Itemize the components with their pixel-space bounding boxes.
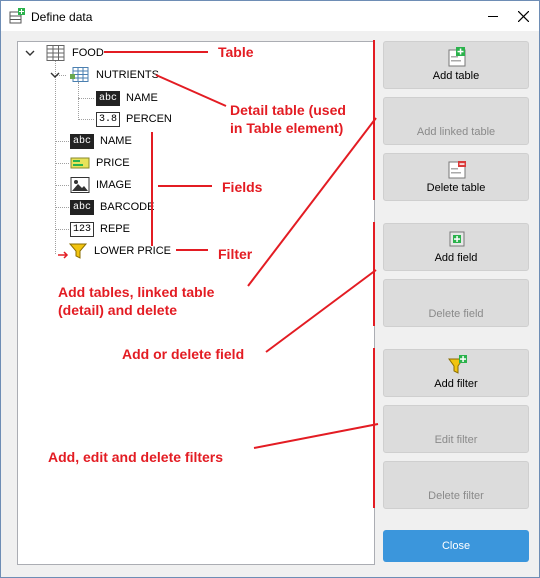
tree-node-label: NAME: [126, 92, 158, 104]
annotation-add-tables: Add tables, linked table: [58, 284, 215, 300]
tree-node-label: LOWER PRICE: [94, 245, 172, 257]
close-button[interactable]: Close: [383, 530, 529, 562]
define-data-app-icon: [9, 8, 25, 24]
button-label: Add linked table: [416, 126, 496, 138]
tree-node-label: FOOD: [72, 47, 104, 59]
delete-filter-button[interactable]: Delete filter: [383, 461, 529, 509]
tree-node-label: REPE: [100, 223, 130, 235]
minimize-button[interactable]: [479, 3, 507, 29]
tree-connector: [78, 98, 94, 99]
tree-node-field[interactable]: PRICE: [70, 154, 130, 172]
tree-connector: [55, 207, 69, 208]
table-icon: [46, 45, 65, 61]
tree-node-nutrients[interactable]: NUTRIENTS: [70, 66, 159, 84]
annotation-fields: Fields: [222, 179, 263, 195]
tree-node-field[interactable]: 123 REPE: [70, 220, 130, 238]
tree-node-field[interactable]: abc NAME: [70, 132, 132, 150]
tree-connector: [78, 82, 79, 120]
delete-table-icon: [448, 161, 466, 179]
delete-table-button[interactable]: Delete table: [383, 153, 529, 201]
button-label: Delete filter: [428, 490, 484, 502]
tree-node-filter[interactable]: LOWER PRICE: [58, 242, 171, 260]
tree-node-food[interactable]: FOOD: [46, 44, 104, 62]
close-icon: [518, 11, 529, 22]
button-label: Add field: [434, 252, 478, 264]
button-label: Delete table: [426, 182, 486, 194]
tree-node-label: BARCODE: [100, 201, 155, 213]
tree-connector: [55, 163, 69, 164]
tree-node-detail-field[interactable]: 3.8 PERCEN: [96, 110, 172, 128]
integer-field-icon: 123: [70, 221, 95, 237]
tree-node-label: IMAGE: [96, 179, 132, 191]
tree-node-field[interactable]: abc BARCODE: [70, 198, 154, 216]
filter-icon: [58, 243, 88, 259]
image-field-icon: [70, 177, 90, 193]
add-linked-table-button[interactable]: Add linked table: [383, 97, 529, 145]
add-filter-button[interactable]: Add filter: [383, 349, 529, 397]
add-field-icon: [449, 231, 465, 247]
text-field-icon: abc: [96, 90, 121, 106]
add-table-button[interactable]: Add table: [383, 41, 529, 89]
detail-table-icon: [70, 67, 89, 82]
collapse-chevron-icon[interactable]: [50, 70, 60, 80]
button-label: Delete field: [428, 308, 484, 320]
decimal-field-icon: 3.8: [96, 111, 121, 127]
window-title: Define data: [31, 10, 93, 24]
currency-field-icon: [70, 157, 90, 169]
add-field-button[interactable]: Add field: [383, 223, 529, 271]
annotation-add-tables: (detail) and delete: [58, 302, 178, 318]
tree-connector: [55, 229, 69, 230]
annotation-detail-table: in Table element): [230, 120, 344, 136]
delete-field-button[interactable]: Delete field: [383, 279, 529, 327]
tree-node-detail-field[interactable]: abc NAME: [96, 89, 158, 107]
tree-connector: [55, 141, 69, 142]
text-field-icon: abc: [70, 133, 95, 149]
tree-node-field[interactable]: IMAGE: [70, 176, 131, 194]
title-bar: Define data: [1, 1, 539, 31]
button-label: Add filter: [434, 378, 478, 390]
annotation-add-field: Add or delete field: [122, 346, 245, 362]
annotation-detail-table: Detail table (used: [230, 102, 346, 118]
tree-connector: [78, 119, 94, 120]
annotation-filter: Filter: [218, 246, 253, 262]
button-label: Edit filter: [434, 434, 478, 446]
tree-node-label: PRICE: [96, 157, 130, 169]
add-filter-icon: [448, 355, 467, 374]
add-table-icon: [448, 47, 466, 67]
edit-filter-button[interactable]: Edit filter: [383, 405, 529, 453]
annotation-table: Table: [218, 44, 254, 60]
annotation-add-filters: Add, edit and delete filters: [48, 449, 224, 465]
tree-connector: [55, 60, 56, 254]
tree-connector: [55, 185, 69, 186]
window-close-button[interactable]: [509, 3, 537, 29]
tree-node-label: NUTRIENTS: [96, 69, 159, 81]
tree-node-label: PERCEN: [126, 113, 172, 125]
text-field-icon: abc: [70, 199, 95, 215]
collapse-chevron-icon[interactable]: [25, 48, 35, 58]
button-label: Add table: [432, 70, 480, 82]
tree-node-label: NAME: [100, 135, 132, 147]
